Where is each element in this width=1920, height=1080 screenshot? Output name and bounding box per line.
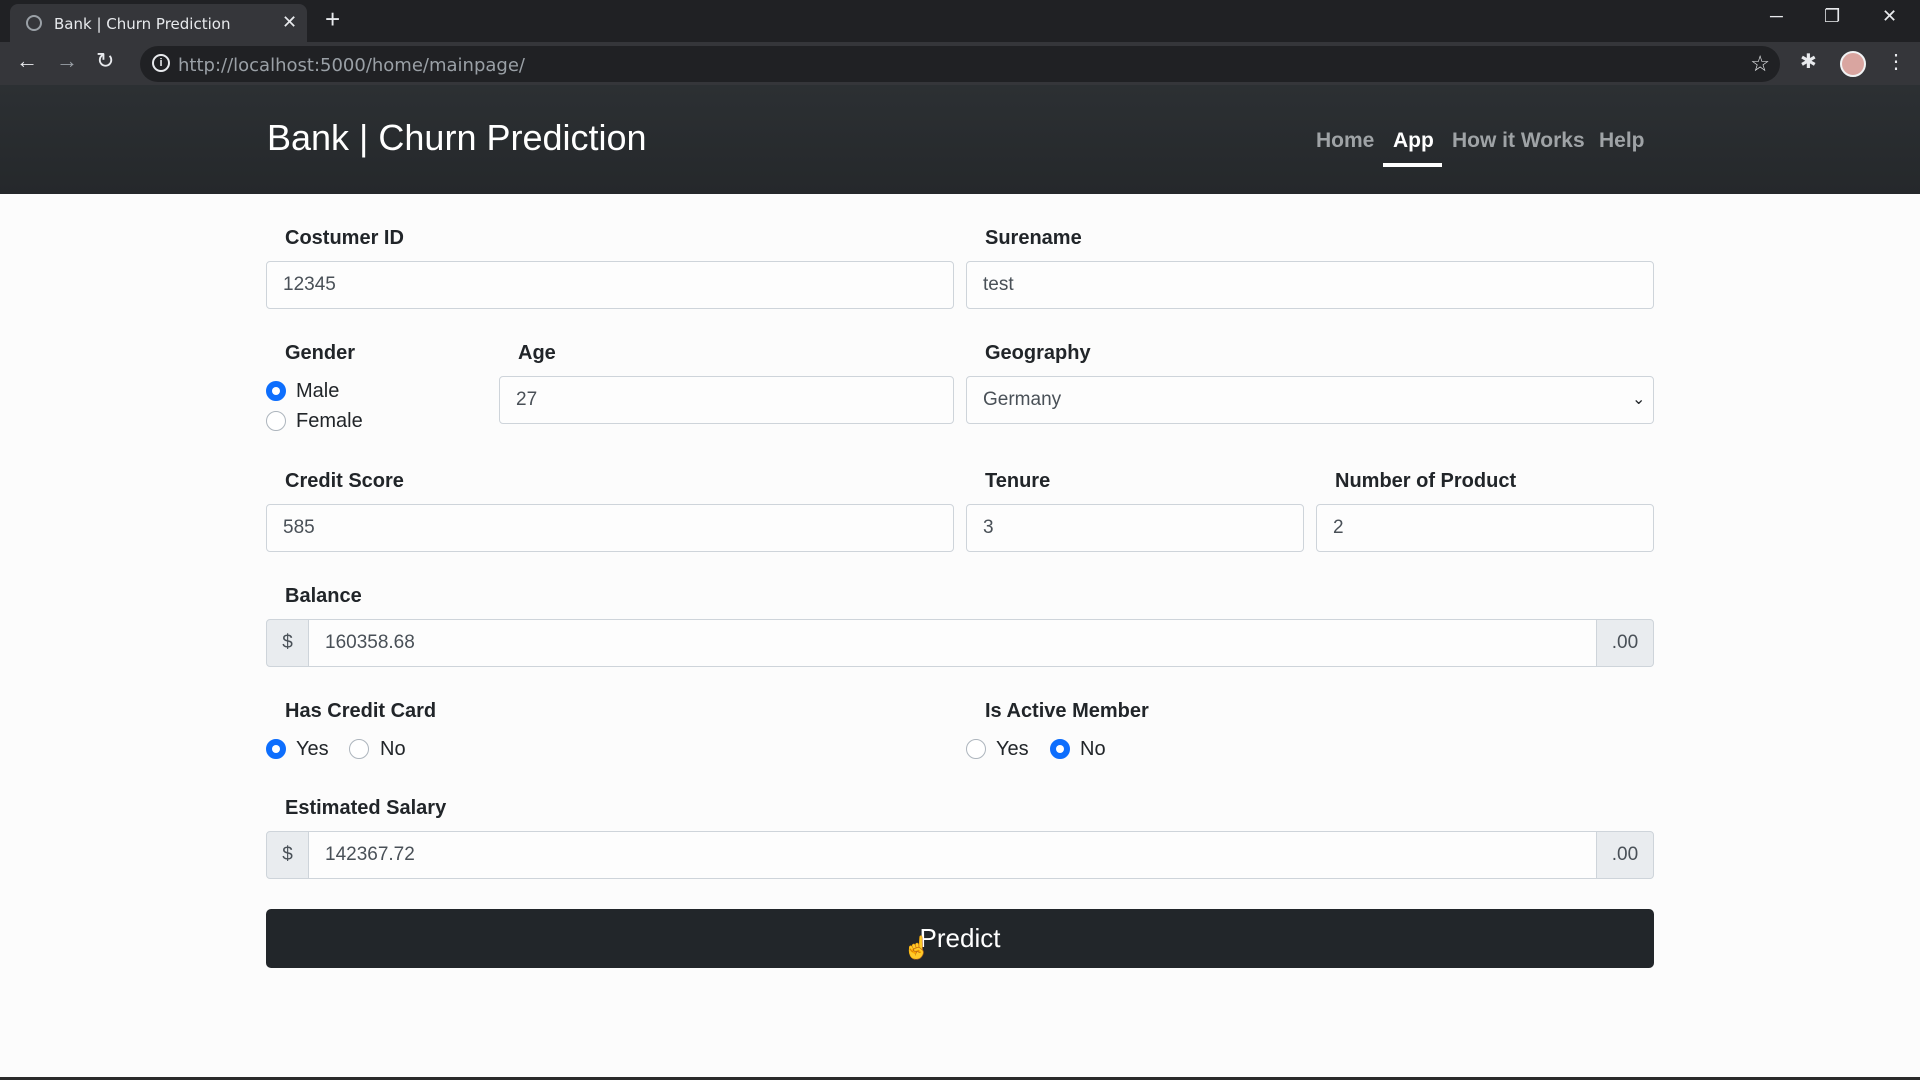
credit-score-label: Credit Score: [285, 470, 404, 492]
address-bar[interactable]: i http://localhost:5000/home/mainpage/ ☆: [140, 46, 1780, 82]
credit-card-yes-label[interactable]: Yes: [296, 738, 329, 761]
balance-label: Balance: [285, 585, 362, 607]
customer-id-input[interactable]: 12345: [266, 261, 954, 309]
active-member-no-radio[interactable]: [1050, 739, 1070, 759]
age-label: Age: [518, 342, 556, 364]
active-member-yes-label[interactable]: Yes: [996, 738, 1029, 761]
salary-suffix: .00: [1596, 831, 1654, 879]
gender-male-label[interactable]: Male: [296, 380, 339, 403]
info-icon[interactable]: i: [152, 54, 170, 72]
tenure-label: Tenure: [985, 470, 1051, 492]
credit-card-no-radio[interactable]: [349, 739, 369, 759]
browser-chrome: Bank | Churn Prediction ✕ + ─ ❐ ✕ ← → ↻ …: [0, 0, 1920, 85]
num-products-label: Number of Product: [1335, 470, 1517, 492]
reload-icon[interactable]: ↻: [96, 50, 114, 72]
chevron-down-icon[interactable]: ⌄: [1632, 389, 1645, 409]
gender-label: Gender: [285, 342, 356, 364]
active-nav-indicator: [1383, 163, 1442, 167]
num-products-input[interactable]: 2: [1316, 504, 1654, 552]
gender-male-radio[interactable]: [266, 381, 286, 401]
tenure-input[interactable]: 3: [966, 504, 1304, 552]
estimated-salary-input[interactable]: 142367.72: [308, 831, 1597, 879]
site-navbar: Bank | Churn Prediction Home App How it …: [0, 85, 1920, 194]
gender-female-label[interactable]: Female: [296, 410, 363, 433]
credit-card-no-label[interactable]: No: [380, 738, 406, 761]
active-member-yes-radio[interactable]: [966, 739, 986, 759]
globe-icon: [26, 15, 42, 31]
geography-select[interactable]: Germany: [966, 376, 1654, 424]
url-text[interactable]: http://localhost:5000/home/mainpage/: [178, 55, 525, 76]
active-member-no-label[interactable]: No: [1080, 738, 1106, 761]
gender-female-radio[interactable]: [266, 411, 286, 431]
minimize-icon[interactable]: ─: [1770, 6, 1783, 27]
forward-icon[interactable]: →: [56, 50, 78, 72]
tab-strip: Bank | Churn Prediction ✕ + ─ ❐ ✕: [0, 0, 1920, 42]
new-tab-button[interactable]: +: [325, 6, 340, 32]
estimated-salary-label: Estimated Salary: [285, 797, 447, 819]
bookmark-star-icon[interactable]: ☆: [1750, 51, 1770, 77]
balance-suffix: .00: [1596, 619, 1654, 667]
salary-prefix: $: [266, 831, 309, 879]
balance-prefix: $: [266, 619, 309, 667]
extensions-icon[interactable]: ✱: [1800, 52, 1817, 72]
balance-input[interactable]: 160358.68: [308, 619, 1597, 667]
surname-input[interactable]: test: [966, 261, 1654, 309]
hand-cursor-icon: ☝: [903, 935, 931, 960]
credit-card-yes-radio[interactable]: [266, 739, 286, 759]
menu-kebab-icon[interactable]: ⋮: [1886, 52, 1906, 72]
restore-icon[interactable]: ❐: [1824, 6, 1840, 27]
age-input[interactable]: 27: [499, 376, 954, 424]
nav-link-app[interactable]: App: [1393, 129, 1434, 153]
geography-label: Geography: [985, 342, 1091, 364]
browser-tab[interactable]: Bank | Churn Prediction ✕: [10, 4, 307, 42]
predict-button[interactable]: Predict: [266, 909, 1654, 968]
site-brand[interactable]: Bank | Churn Prediction: [267, 117, 647, 159]
profile-avatar[interactable]: [1840, 51, 1866, 77]
close-window-icon[interactable]: ✕: [1882, 6, 1897, 27]
has-credit-card-label: Has Credit Card: [285, 700, 437, 722]
close-tab-icon[interactable]: ✕: [282, 13, 297, 31]
nav-link-how-it-works[interactable]: How it Works: [1452, 129, 1585, 153]
is-active-member-label: Is Active Member: [985, 700, 1149, 722]
browser-toolbar: ← → ↻ i http://localhost:5000/home/mainp…: [0, 42, 1920, 85]
surname-label: Surename: [985, 227, 1082, 249]
back-icon[interactable]: ←: [16, 50, 38, 72]
nav-link-home[interactable]: Home: [1316, 129, 1374, 153]
credit-score-input[interactable]: 585: [266, 504, 954, 552]
tab-title: Bank | Churn Prediction: [54, 15, 231, 33]
customer-id-label: Costumer ID: [285, 227, 404, 249]
nav-link-help[interactable]: Help: [1599, 129, 1645, 153]
